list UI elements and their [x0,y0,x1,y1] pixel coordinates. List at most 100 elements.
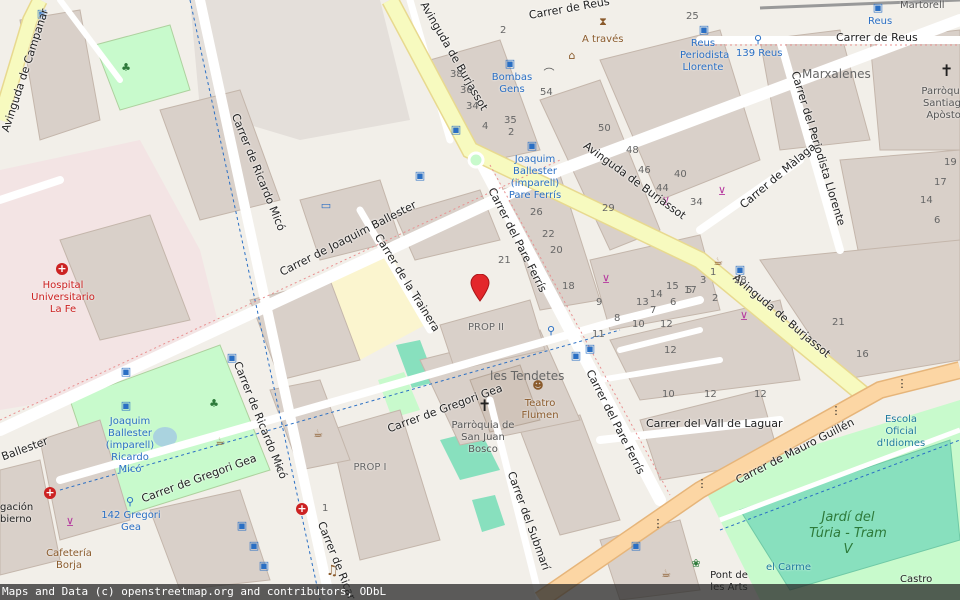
bus-stop-icon[interactable]: ▣ [450,124,462,136]
house-number: 38 [450,69,463,80]
house-number: 8 [614,313,621,324]
bus-stop-label[interactable]: Joaquim Ballester (imparell) Pare Ferrís [506,154,564,202]
house-number: 12 [660,319,673,330]
house-number: 34 [466,101,479,112]
traffic-signals-icon: ⋮ [652,517,664,530]
bus-stop-label[interactable]: 142 Gregori Gea [98,510,164,534]
shop-icon: ⊻ [601,273,611,286]
bicycle-icon: ⚲ [753,33,763,46]
cafe-icon: ☕ [661,567,671,580]
house-number: 3 [700,275,707,286]
parking-icon: ⌒ [543,67,555,80]
hospital-icon: + [44,486,56,499]
bicycle-icon: ⚲ [546,324,556,337]
house-number: 22 [542,229,555,240]
bus-stop-icon[interactable]: ▣ [526,140,538,152]
bus-stop-icon[interactable]: ▣ [570,350,582,362]
house-number: 44 [656,183,669,194]
map-canvas[interactable]: + + + ✝ ✝ ☻ ⌂ ⧗ ⌒ ♣ ♣ ❀ ⚲ ⚲ ⚲ ♫ ⊻ ⊻ ⊻ ⊻ … [0,0,960,600]
parking-icon: ▭ [320,199,332,212]
place-label-hospital[interactable]: Hospital Universitario La Fe [28,280,98,316]
place-label-cafeteria[interactable]: Cafetería Borja [44,548,94,572]
bus-stop-label[interactable]: Bombas Gens [490,72,534,96]
house-number: 40 [674,169,687,180]
bus-stop-icon[interactable]: ▣ [414,170,426,182]
map-attribution: Maps and Data (c) openstreetmap.org and … [0,584,960,600]
house-number: 15 [666,281,679,292]
bus-stop-icon[interactable]: ▣ [258,560,270,572]
place-label-parroquia-santiago[interactable]: Parròquia Santiago Apòstol [920,86,960,122]
bus-stop-icon[interactable]: ▣ [630,540,642,552]
street-label: Carrer del Vall de Laguar [646,417,783,430]
place-label-escola[interactable]: Escola Oficial d'Idiomes [876,414,926,450]
house-number: 12 [664,345,677,356]
house-number: 18 [562,281,575,292]
place-label-prop2: PROP II [468,322,504,333]
house-number: 35 [504,115,517,126]
house-number: 5 [276,463,283,474]
street-label: Carrer de Reus [836,31,918,44]
place-label-marxalenes: Marxalenes [802,67,871,81]
house-number: 14 [650,289,663,300]
place-label-a-traves[interactable]: A través [582,34,623,46]
house-number: 26 [530,207,543,218]
bus-stop-icon[interactable]: ▣ [872,2,884,14]
bus-stop-label[interactable]: Reus Periodista Llorente [680,38,729,74]
bus-stop-icon[interactable]: ▣ [504,58,516,70]
house-number: 1 [710,267,717,278]
bicycle-icon: ⚲ [125,495,135,508]
place-label-prop1: PROP I [353,462,387,473]
house-number: 13 [636,297,649,308]
place-label-carme: el Carme [766,562,812,573]
playground-icon: ♣ [209,397,219,410]
place-label-teatro[interactable]: Teatro Flumen [518,398,562,422]
house-number: 48 [626,145,639,156]
playground-icon: ❀ [691,557,701,570]
house-number: 7 [650,305,657,316]
place-label-tendetes: les Tendetes [490,369,565,383]
place-label-bierno: bierno [0,514,32,525]
hospital-icon: + [56,262,68,275]
bus-stop-label[interactable]: 139 Reus [736,48,782,60]
traffic-signals-icon: ⋮ [830,404,842,417]
house-number: 28 [734,275,747,286]
bus-stop-icon[interactable]: ▣ [236,520,248,532]
house-number: 6 [934,215,941,226]
bus-stop-icon[interactable]: ▣ [248,540,260,552]
hospital-icon: + [296,502,308,515]
house-number: 4 [482,121,489,132]
bus-stop-icon[interactable]: ▣ [584,343,596,355]
house-number: 25 [686,11,699,22]
place-label-martorell: Martorell [900,0,945,11]
place-label-jardi: Jardí del Túria - Tram V [809,510,887,557]
church-icon: ✝ [940,61,954,80]
house-number: 20 [550,245,563,256]
shop-icon: ⊻ [739,310,749,323]
traffic-signals-icon: ⋮ [896,377,908,390]
bus-stop-icon[interactable]: ▣ [120,366,132,378]
house-number: 9 [596,297,603,308]
house-number: 21 [498,255,511,266]
shop-icon: ⊻ [65,516,75,529]
bus-stop-label[interactable]: Reus [868,16,892,28]
shop-icon: ⊻ [717,185,727,198]
house-number: 46 [638,165,651,176]
bus-stop-label[interactable]: Joaquim Ballester (imparell) Ricardo Mic… [100,416,160,476]
house-number: 34 [690,197,703,208]
house-number: 54 [540,87,553,98]
marker-pin-icon[interactable] [470,274,490,302]
house-number: 14 [920,195,933,206]
bus-stop-icon[interactable]: ▣ [698,24,710,36]
house-number: 19 [944,157,957,168]
bank-icon: ⧗ [599,15,607,28]
house-number: 2 [712,293,719,304]
house-number: 50 [598,123,611,134]
cafe-icon: ☕ [313,427,323,440]
house-number: 17 [934,177,947,188]
house-number: 21 [832,317,845,328]
bus-stop-icon[interactable]: ▣ [120,400,132,412]
place-label-parroquia-bosco[interactable]: Parròquia de San Juan Bosco [448,420,518,456]
house-number: 10 [662,389,675,400]
place-label-gacion: gación [0,502,34,513]
house-number: 36 [460,85,473,96]
